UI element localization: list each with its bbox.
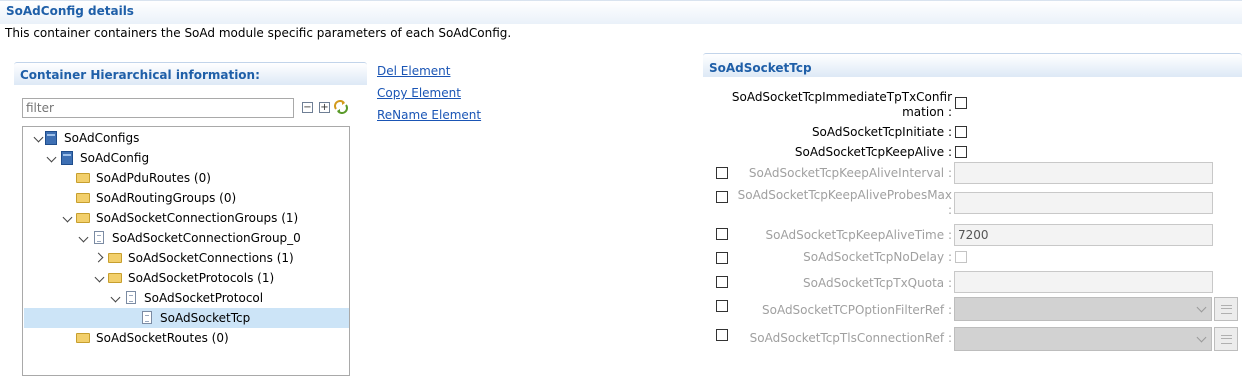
tree-node-socket-connections[interactable]: SoAdSocketConnections (1) xyxy=(23,248,349,268)
param-label-keepalive-time: SoAdSocketTcpKeepAliveTime : xyxy=(765,228,953,242)
enable-tls-connection-ref-checkbox[interactable] xyxy=(716,329,728,341)
tree-node-socket-protocols[interactable]: SoAdSocketProtocols (1) xyxy=(23,268,349,288)
filter-input[interactable] xyxy=(22,98,294,118)
tree-node-label: SoAdSocketProtocols (1) xyxy=(128,271,275,285)
module-icon xyxy=(61,151,73,165)
hierarchy-tree[interactable]: SoAdConfigs SoAdConfig SoAdPduRoutes (0)… xyxy=(22,126,350,376)
tree-node-label: SoAdConfig xyxy=(80,151,150,165)
collapse-all-icon[interactable]: − xyxy=(302,102,313,113)
chevron-down-icon[interactable] xyxy=(78,232,89,243)
keepalive-time-field[interactable]: 7200 xyxy=(954,224,1213,246)
keepalive-interval-field[interactable] xyxy=(954,162,1213,184)
txquota-field[interactable] xyxy=(954,271,1213,293)
chevron-right-icon[interactable] xyxy=(93,252,104,263)
document-icon xyxy=(142,311,152,324)
tree-node-label: SoAdRoutingGroups (0) xyxy=(96,191,237,205)
tree-node-soadconfig[interactable]: SoAdConfig xyxy=(23,148,349,168)
tree-node-label: SoAdSocketRoutes (0) xyxy=(96,331,229,345)
param-label-line: : xyxy=(947,203,952,217)
folder-icon xyxy=(76,333,90,343)
document-icon xyxy=(94,231,104,244)
params-title: SoAdSocketTcp xyxy=(709,61,812,75)
chevron-down-icon xyxy=(1196,332,1207,343)
tree-node-socket-routes[interactable]: SoAdSocketRoutes (0) xyxy=(23,328,349,348)
option-filter-ref-list-button[interactable] xyxy=(1214,297,1238,321)
tree-node-label: SoAdSocketProtocol xyxy=(144,291,264,305)
enable-option-filter-ref-checkbox[interactable] xyxy=(716,300,728,312)
folder-icon xyxy=(76,213,90,223)
param-label-option-filter-ref: SoAdSocketTCPOptionFilterRef : xyxy=(761,303,952,317)
module-icon xyxy=(45,131,57,145)
folder-icon xyxy=(108,273,122,283)
chevron-down-icon[interactable] xyxy=(62,212,73,223)
expand-all-icon[interactable]: + xyxy=(319,102,330,113)
chevron-down-icon[interactable] xyxy=(33,132,44,143)
chevron-down-icon[interactable] xyxy=(110,292,121,303)
tree-node-label: SoAdSocketConnections (1) xyxy=(128,251,294,265)
chevron-down-icon xyxy=(1196,302,1207,313)
enable-nodelay-checkbox[interactable] xyxy=(716,252,728,264)
param-label-nodelay: SoAdSocketTcpNoDelay : xyxy=(803,250,952,264)
folder-icon xyxy=(76,173,90,183)
param-label-probes-max: SoAdSocketTcpKeepAliveProbesMax : xyxy=(735,188,952,218)
rename-element-link[interactable]: ReName Element xyxy=(377,108,481,122)
tree-node-label: SoAdConfigs xyxy=(64,131,140,145)
document-icon xyxy=(126,291,136,304)
param-label-keepalive: SoAdSocketTcpKeepAlive : xyxy=(794,145,952,159)
tree-node-soadconfigs[interactable]: SoAdConfigs xyxy=(23,128,349,148)
link-with-editor-icon[interactable] xyxy=(334,100,348,114)
param-label-line: mation : xyxy=(902,105,952,119)
page-title: SoAdConfig details xyxy=(6,4,134,18)
hierarchy-title: Container Hierarchical information: xyxy=(20,68,260,82)
param-label-txquota: SoAdSocketTcpTxQuota : xyxy=(803,276,952,290)
enable-txquota-checkbox[interactable] xyxy=(716,276,728,288)
param-label-tls-connection-ref: SoAdSocketTcpTlsConnectionRef : xyxy=(749,331,952,345)
tree-node-label: SoAdSocketTcp xyxy=(160,311,251,325)
option-filter-ref-select[interactable] xyxy=(954,297,1212,321)
param-label-initiate: SoAdSocketTcpInitiate : xyxy=(811,125,952,139)
details-header xyxy=(0,0,1242,24)
tree-node-pdu-routes[interactable]: SoAdPduRoutes (0) xyxy=(23,168,349,188)
tree-node-label: SoAdSocketConnectionGroups (1) xyxy=(96,211,299,225)
tls-connection-ref-select[interactable] xyxy=(954,327,1212,351)
tree-node-label: SoAdPduRoutes (0) xyxy=(96,171,211,185)
tree-node-socket-tcp[interactable]: SoAdSocketTcp xyxy=(24,308,349,328)
tree-node-socket-connection-group-0[interactable]: SoAdSocketConnectionGroup_0 xyxy=(23,228,349,248)
page-description: This container containers the SoAd modul… xyxy=(5,26,512,40)
initiate-checkbox[interactable] xyxy=(955,126,967,138)
enable-probes-max-checkbox[interactable] xyxy=(716,191,728,203)
del-element-link[interactable]: Del Element xyxy=(377,64,450,78)
nodelay-checkbox[interactable] xyxy=(955,251,967,263)
immediate-txconfirmation-checkbox[interactable] xyxy=(955,97,967,109)
tree-node-label: SoAdSocketConnectionGroup_0 xyxy=(112,231,301,245)
tree-node-routing-groups[interactable]: SoAdRoutingGroups (0) xyxy=(23,188,349,208)
copy-element-link[interactable]: Copy Element xyxy=(377,86,461,100)
param-label-line: SoAdSocketTcpImmediateTpTxConfir xyxy=(731,90,952,104)
param-label-keepalive-interval: SoAdSocketTcpKeepAliveInterval : xyxy=(748,166,952,180)
probes-max-field[interactable] xyxy=(954,192,1213,214)
tls-connection-ref-list-button[interactable] xyxy=(1214,327,1238,351)
enable-keepalive-time-checkbox[interactable] xyxy=(716,228,728,240)
tree-node-socket-connection-groups[interactable]: SoAdSocketConnectionGroups (1) xyxy=(23,208,349,228)
folder-icon xyxy=(108,253,122,263)
folder-icon xyxy=(76,193,90,203)
enable-keepalive-interval-checkbox[interactable] xyxy=(716,167,728,179)
chevron-down-icon[interactable] xyxy=(94,272,105,283)
chevron-down-icon[interactable] xyxy=(46,152,57,163)
param-label-immediate-txconfirmation: SoAdSocketTcpImmediateTpTxConfir mation … xyxy=(700,90,952,120)
tree-node-socket-protocol[interactable]: SoAdSocketProtocol xyxy=(23,288,349,308)
keepalive-checkbox[interactable] xyxy=(955,146,967,158)
param-label-line: SoAdSocketTcpKeepAliveProbesMax xyxy=(737,188,952,202)
